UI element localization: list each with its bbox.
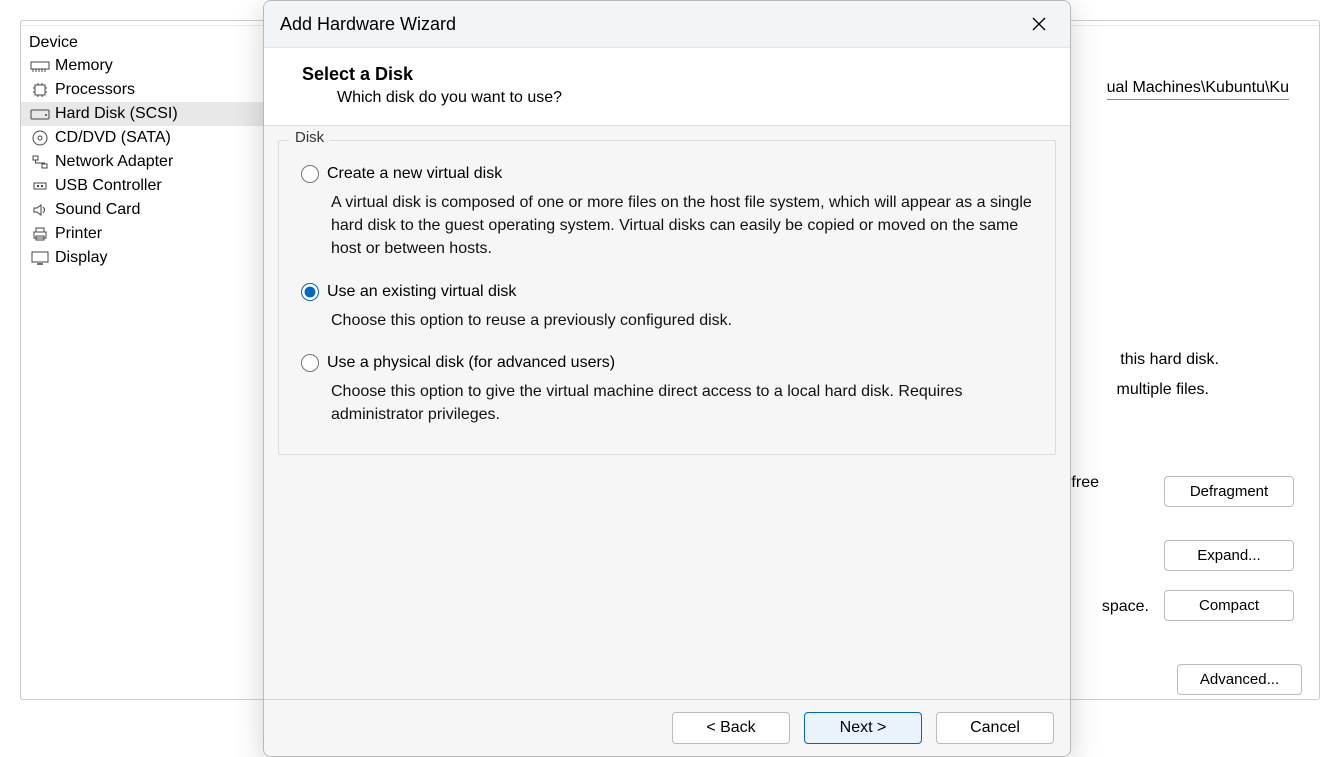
wizard-header: Select a Disk Which disk do you want to … <box>264 48 1070 126</box>
sidebar-item-label: USB Controller <box>55 177 162 195</box>
sidebar-item-memory[interactable]: Memory <box>21 54 264 78</box>
disk-group: Disk Create a new virtual disk A virtual… <box>278 140 1056 455</box>
sidebar-item-label: Display <box>55 249 107 267</box>
wizard-body: Disk Create a new virtual disk A virtual… <box>264 126 1070 699</box>
advanced-button[interactable]: Advanced... <box>1177 664 1302 695</box>
device-sidebar: Device Memory Processors Hard Disk (SCSI… <box>21 26 264 699</box>
option-desc: Choose this option to reuse a previously… <box>301 309 1033 332</box>
expand-button[interactable]: Expand... <box>1164 540 1294 571</box>
sidebar-item-display[interactable]: Display <box>21 246 264 270</box>
sidebar-item-label: Printer <box>55 225 102 243</box>
sidebar-item-label: Hard Disk (SCSI) <box>55 105 178 123</box>
sidebar-item-label: CD/DVD (SATA) <box>55 129 171 147</box>
sidebar-item-cddvd[interactable]: CD/DVD (SATA) <box>21 126 264 150</box>
wizard-titlebar: Add Hardware Wizard <box>264 1 1070 48</box>
radio-label[interactable]: Use a physical disk (for advanced users) <box>327 354 615 372</box>
sidebar-item-printer[interactable]: Printer <box>21 222 264 246</box>
sidebar-item-network[interactable]: Network Adapter <box>21 150 264 174</box>
harddisk-icon <box>29 105 51 123</box>
option-create-new: Create a new virtual disk A virtual disk… <box>301 165 1033 261</box>
next-button[interactable]: Next > <box>804 712 922 744</box>
radio-label[interactable]: Create a new virtual disk <box>327 165 502 183</box>
sidebar-item-sound[interactable]: Sound Card <box>21 198 264 222</box>
sidebar-item-harddisk[interactable]: Hard Disk (SCSI) <box>21 102 264 126</box>
compact-button[interactable]: Compact <box>1164 590 1294 621</box>
wizard-question: Which disk do you want to use? <box>292 89 1042 107</box>
add-hardware-wizard: Add Hardware Wizard Select a Disk Which … <box>263 0 1071 757</box>
hint-harddisk: this hard disk. <box>1120 351 1219 369</box>
option-desc: Choose this option to give the virtual m… <box>301 380 1033 426</box>
hint-multiple: multiple files. <box>1117 381 1209 399</box>
disc-icon <box>29 129 51 147</box>
sidebar-header: Device <box>21 32 264 54</box>
sound-icon <box>29 201 51 219</box>
wizard-title-text: Add Hardware Wizard <box>280 14 456 35</box>
radio-label[interactable]: Use an existing virtual disk <box>327 283 516 301</box>
option-physical: Use a physical disk (for advanced users)… <box>301 354 1033 426</box>
radio-create-new[interactable] <box>301 165 319 183</box>
sidebar-item-label: Memory <box>55 57 113 75</box>
wizard-heading: Select a Disk <box>292 64 1042 85</box>
memory-icon <box>29 57 51 75</box>
option-existing: Use an existing virtual disk Choose this… <box>301 283 1033 332</box>
usb-icon <box>29 177 51 195</box>
disk-path-field[interactable]: ual Machines\Kubuntu\Ku <box>1107 79 1289 100</box>
network-icon <box>29 153 51 171</box>
close-icon[interactable] <box>1024 9 1054 39</box>
cpu-icon <box>29 81 51 99</box>
sidebar-item-processors[interactable]: Processors <box>21 78 264 102</box>
sidebar-item-label: Processors <box>55 81 135 99</box>
back-button[interactable]: < Back <box>672 712 790 744</box>
sidebar-item-label: Sound Card <box>55 201 140 219</box>
display-icon <box>29 249 51 267</box>
radio-existing[interactable] <box>301 283 319 301</box>
hint-space: space. <box>1102 598 1149 616</box>
wizard-footer: < Back Next > Cancel <box>264 699 1070 756</box>
cancel-button[interactable]: Cancel <box>936 712 1054 744</box>
option-desc: A virtual disk is composed of one or mor… <box>301 191 1033 261</box>
radio-physical[interactable] <box>301 354 319 372</box>
sidebar-item-usb[interactable]: USB Controller <box>21 174 264 198</box>
defragment-button[interactable]: Defragment <box>1164 476 1294 507</box>
sidebar-item-label: Network Adapter <box>55 153 173 171</box>
hint-free: free <box>1071 474 1099 492</box>
printer-icon <box>29 225 51 243</box>
group-label: Disk <box>289 129 330 146</box>
